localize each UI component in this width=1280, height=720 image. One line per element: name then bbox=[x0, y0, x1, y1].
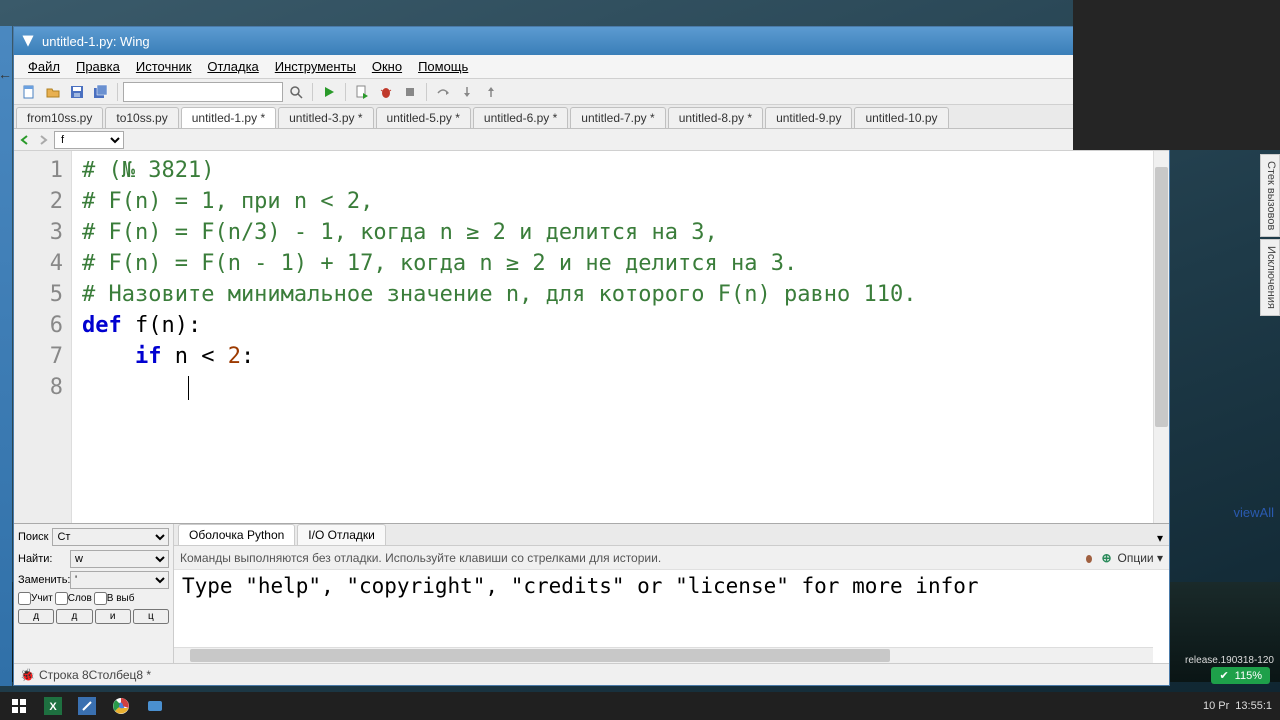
search-icon[interactable] bbox=[285, 81, 307, 103]
editor-vscrollbar[interactable] bbox=[1153, 151, 1169, 523]
menu-window[interactable]: Окно bbox=[364, 57, 410, 76]
replace-label: Заменить: bbox=[18, 574, 68, 586]
bug-icon[interactable] bbox=[375, 81, 397, 103]
viewall-link[interactable]: viewAll bbox=[1234, 505, 1274, 520]
save-icon[interactable] bbox=[66, 81, 88, 103]
file-tab[interactable]: untitled-3.py * bbox=[278, 107, 373, 128]
find-input[interactable]: w bbox=[70, 550, 169, 568]
statusbar: 🐞 Строка 8Столбец8 * bbox=[14, 663, 1169, 685]
chevron-down-icon[interactable]: ▾ bbox=[1151, 531, 1169, 545]
side-tab-exceptions[interactable]: Исключения bbox=[1260, 239, 1280, 316]
file-tab[interactable]: untitled-10.py bbox=[854, 107, 948, 128]
file-tab[interactable]: to10ss.py bbox=[105, 107, 178, 128]
menu-source[interactable]: Источник bbox=[128, 57, 200, 76]
file-tab[interactable]: from10ss.py bbox=[16, 107, 103, 128]
menu-debug[interactable]: Отладка bbox=[199, 57, 266, 76]
file-tab[interactable]: untitled-6.py * bbox=[473, 107, 568, 128]
run-icon[interactable] bbox=[318, 81, 340, 103]
menubar: Файл Правка Источник Отладка Инструменты… bbox=[14, 55, 1169, 79]
close-icon[interactable]: ✕ bbox=[1147, 131, 1159, 148]
debug-file-icon[interactable] bbox=[351, 81, 373, 103]
shell-hscrollbar[interactable] bbox=[174, 647, 1153, 663]
check-case[interactable]: Учит bbox=[18, 592, 53, 605]
find-label: Найти: bbox=[18, 553, 68, 565]
symbol-select[interactable]: f bbox=[54, 131, 124, 149]
file-tab-active[interactable]: untitled-1.py * bbox=[181, 107, 276, 128]
taskbar: X 10 Pr 13:55:1 bbox=[0, 692, 1280, 720]
window-title: untitled-1.py: Wing bbox=[42, 34, 150, 49]
plus-icon[interactable]: ⊕ bbox=[1101, 551, 1111, 565]
shell-options[interactable]: Опции ▾ bbox=[1118, 551, 1163, 565]
taskbar-excel-icon[interactable]: X bbox=[38, 694, 68, 718]
search-btn[interactable]: д bbox=[56, 609, 92, 624]
side-tab-callstack[interactable]: Стек вызовов bbox=[1260, 154, 1280, 237]
menu-help[interactable]: Помощь bbox=[410, 57, 476, 76]
tray-os-hint: 10 Pr bbox=[1203, 700, 1229, 712]
file-tab[interactable]: untitled-5.py * bbox=[376, 107, 471, 128]
ide-window: untitled-1.py: Wing Файл Правка Источник… bbox=[13, 26, 1170, 686]
pin-icon[interactable] bbox=[1111, 134, 1123, 146]
check-word[interactable]: Слов bbox=[55, 592, 92, 605]
file-tab[interactable]: untitled-7.py * bbox=[570, 107, 665, 128]
toolbar bbox=[14, 79, 1169, 105]
chevron-down-icon[interactable] bbox=[1129, 135, 1141, 145]
taskbar-app-icon[interactable] bbox=[140, 694, 170, 718]
line-gutter: 1 2 3 4 5 6 7 8 bbox=[14, 151, 72, 523]
nav-fwd-icon[interactable] bbox=[36, 133, 50, 147]
back-arrow-icon[interactable]: ← bbox=[0, 66, 12, 82]
start-button[interactable] bbox=[4, 694, 34, 718]
taskbar-editor-icon[interactable] bbox=[72, 694, 102, 718]
toolbar-search-input[interactable] bbox=[123, 82, 283, 102]
shell-tab-io[interactable]: I/O Отладки bbox=[297, 524, 386, 545]
bug-small-icon[interactable] bbox=[1083, 552, 1095, 564]
step-into-icon[interactable] bbox=[456, 81, 478, 103]
left-app-strip: ← bbox=[0, 26, 12, 686]
editor-area: 1 2 3 4 5 6 7 8 # (№ 3821)# F(n) = 1, пр… bbox=[14, 151, 1169, 523]
shell-tab-python[interactable]: Оболочка Python bbox=[178, 524, 295, 545]
menu-tools[interactable]: Инструменты bbox=[267, 57, 364, 76]
text-cursor bbox=[188, 376, 189, 400]
check-icon: ✔ bbox=[1219, 669, 1228, 682]
file-tab[interactable]: untitled-9.py bbox=[765, 107, 852, 128]
bottom-panels: Поиск Ст Найти: w Заменить: ' Учит Слов … bbox=[14, 523, 1169, 663]
stop-icon[interactable] bbox=[399, 81, 421, 103]
search-panel-title: Поиск bbox=[18, 531, 48, 543]
editor-nav-bar: f ✕ bbox=[14, 129, 1169, 151]
app-logo-icon bbox=[20, 33, 36, 49]
code-editor[interactable]: # (№ 3821)# F(n) = 1, при n < 2,# F(n) =… bbox=[72, 151, 1153, 523]
tray-build-text: release.190318-120 bbox=[1185, 655, 1274, 666]
search-panel: Поиск Ст Найти: w Заменить: ' Учит Слов … bbox=[14, 524, 174, 663]
shell-panel: Оболочка Python I/O Отладки ▾ Команды вы… bbox=[174, 524, 1169, 663]
check-sel[interactable]: В выб bbox=[94, 592, 135, 605]
open-file-icon[interactable] bbox=[42, 81, 64, 103]
status-bug-icon: 🐞 bbox=[20, 668, 35, 682]
file-tabs: from10ss.py to10ss.py untitled-1.py * un… bbox=[14, 105, 1169, 129]
search-mode-select[interactable]: Ст bbox=[52, 528, 169, 546]
shell-output[interactable]: Type "help", "copyright", "credits" or "… bbox=[174, 570, 1169, 663]
replace-input[interactable]: ' bbox=[70, 571, 169, 589]
search-btn[interactable]: д bbox=[18, 609, 54, 624]
save-all-icon[interactable] bbox=[90, 81, 112, 103]
tray-zoom-pill[interactable]: ✔ 115% bbox=[1211, 667, 1270, 684]
menu-file[interactable]: Файл bbox=[20, 57, 68, 76]
nav-back-icon[interactable] bbox=[18, 133, 32, 147]
menu-edit[interactable]: Правка bbox=[68, 57, 128, 76]
search-btn[interactable]: и bbox=[95, 609, 131, 624]
file-tab[interactable]: untitled-8.py * bbox=[668, 107, 763, 128]
titlebar: untitled-1.py: Wing bbox=[14, 27, 1169, 55]
tray-clock[interactable]: 13:55:1 bbox=[1235, 700, 1272, 712]
search-btn[interactable]: ц bbox=[133, 609, 169, 624]
status-position: Строка 8Столбец8 * bbox=[39, 668, 151, 682]
step-over-icon[interactable] bbox=[432, 81, 454, 103]
shell-hint: Команды выполняются без отладки. Использ… bbox=[180, 551, 661, 565]
step-out-icon[interactable] bbox=[480, 81, 502, 103]
new-file-icon[interactable] bbox=[18, 81, 40, 103]
svg-text:X: X bbox=[49, 701, 57, 713]
taskbar-chrome-icon[interactable] bbox=[106, 694, 136, 718]
